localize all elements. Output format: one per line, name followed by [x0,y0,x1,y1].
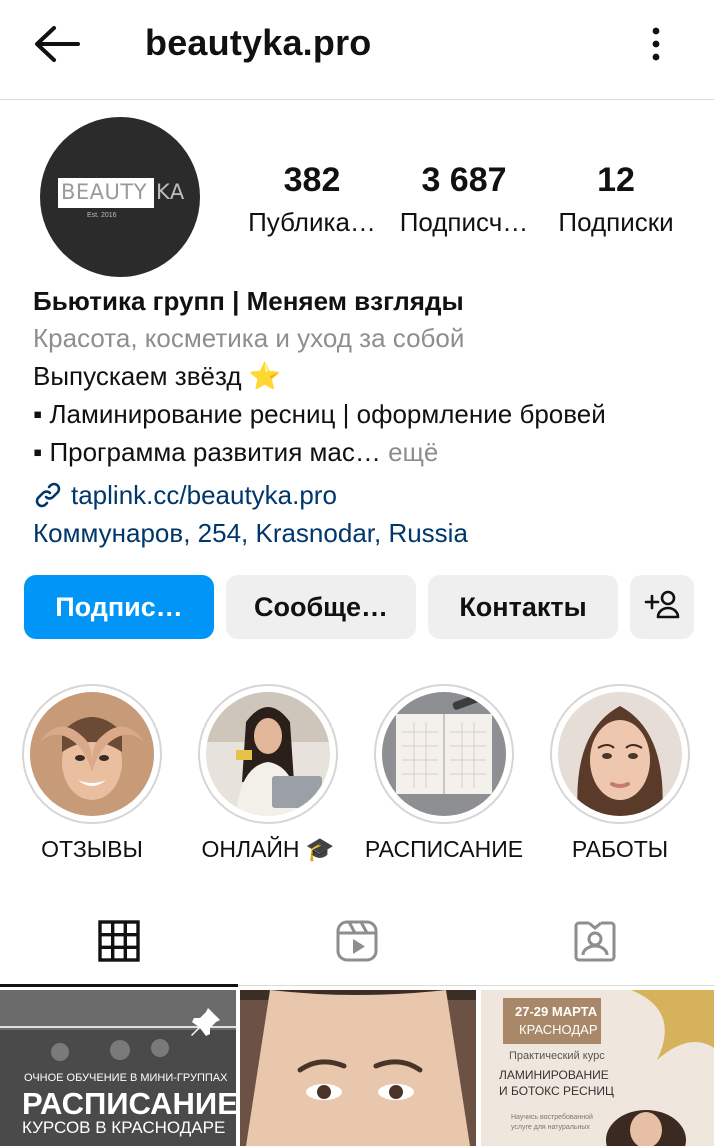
stat-posts-label: Публика… [248,207,376,237]
tab-tagged[interactable] [476,900,714,986]
stat-following[interactable]: 12 Подписки [546,160,686,244]
stat-followers-value: 3 687 [421,161,507,199]
highlight-label: ОТЗЫВЫ [41,836,143,862]
highlight-label: ОНЛАЙН 🎓 [201,836,335,862]
highlight-cover [206,692,330,816]
bio-name: Бьютика групп | Меняем взгляды [33,286,464,316]
back-button[interactable] [30,24,82,68]
post-title: ЛАМИНИРОВАНИЕ [499,1068,609,1082]
bio-text-truncated: ▪ Программа развития мас… [33,437,381,467]
suggest-users-button[interactable] [630,575,694,639]
add-person-icon [644,588,680,627]
link-icon [33,480,63,510]
bio-website-text: taplink.cc/beautyka.pro [71,480,337,510]
more-options-button[interactable] [636,22,676,70]
follow-button[interactable]: Подпис… [24,575,214,639]
contacts-button[interactable]: Контакты [428,575,618,639]
highlight-cover [30,692,154,816]
highlight-schedule[interactable]: РАСПИСАНИЕ [364,684,524,863]
bio-text-line: ▪ Ламинирование ресниц | оформление бров… [33,399,606,429]
highlight-ring [198,684,338,824]
post-small-text: услуге для натуральных [511,1124,590,1131]
pin-icon [188,1006,222,1045]
stat-posts[interactable]: 382 Публика… [242,160,382,244]
post-city: КРАСНОДАР [519,1022,598,1037]
logo-text: BEAUTY [61,180,148,204]
tagged-icon [573,919,617,968]
post-small-text: Научись востребованной [511,1114,593,1121]
highlight-online[interactable]: ОНЛАЙН 🎓 [188,684,348,863]
stat-posts-value: 382 [283,161,341,199]
grid-icon [98,919,140,967]
tab-posts-grid[interactable] [0,900,238,986]
reels-icon [335,919,379,968]
post-caption-title: РАСПИСАНИЕ [22,1086,236,1121]
post-thumbnail[interactable]: 27-29 МАРТА КРАСНОДАР Практический курс … [481,990,714,1146]
highlight-cover [558,692,682,816]
highlight-cover [382,692,506,816]
profile-avatar[interactable]: BEAUTY KA Est. 2016 [40,117,200,277]
post-title: И БОТОКС РЕСНИЦ [499,1084,614,1098]
bio-category: Красота, косметика и уход за собой [33,323,465,353]
profile-username: beautyka.pro [145,22,372,63]
post-kind: Практический курс [509,1050,605,1062]
vertical-dots-icon [651,27,661,66]
post-thumbnail[interactable] [240,990,476,1146]
message-button[interactable]: Сообще… [226,575,416,639]
highlight-works[interactable]: РАБОТЫ [540,684,700,863]
tab-reels[interactable] [238,900,476,986]
bio-website-link[interactable]: taplink.cc/beautyka.pro [33,479,337,511]
bio-text-line: Выпускаем звёзд ⭐ [33,361,282,391]
arrow-left-icon [32,24,80,69]
highlight-reviews[interactable]: ОТЗЫВЫ [12,684,172,863]
post-date: 27-29 МАРТА [515,1004,598,1019]
active-tab-indicator [0,984,238,987]
highlight-ring [22,684,162,824]
logo-est: Est. 2016 [87,212,117,219]
post-caption-top: ОЧНОЕ ОБУЧЕНИЕ В МИНИ-ГРУППАХ [24,1072,228,1084]
bio-more-link[interactable]: ещё [381,437,438,467]
tab-divider [238,985,714,986]
post-thumbnail[interactable]: ОЧНОЕ ОБУЧЕНИЕ В МИНИ-ГРУППАХ РАСПИСАНИЕ… [0,990,236,1146]
stat-following-label: Подписки [558,207,674,237]
stat-following-value: 12 [597,161,635,199]
post-caption-sub: КУРСОВ В КРАСНОДАРЕ [22,1118,226,1137]
bio-text-line: ▪ Программа развития мас… ещё [33,436,438,468]
stat-followers-label: Подписч… [399,207,529,237]
highlight-label: РАБОТЫ [571,836,669,862]
highlight-ring [550,684,690,824]
bio-address[interactable]: Коммунаров, 254, Krasnodar, Russia [33,517,468,549]
stat-followers[interactable]: 3 687 Подписч… [394,160,534,244]
top-bar: beautyka.pro [0,0,714,100]
profile-tabs [0,900,714,986]
logo-text-suffix: KA [156,180,185,204]
highlight-ring [374,684,514,824]
highlight-label: РАСПИСАНИЕ [364,836,524,862]
